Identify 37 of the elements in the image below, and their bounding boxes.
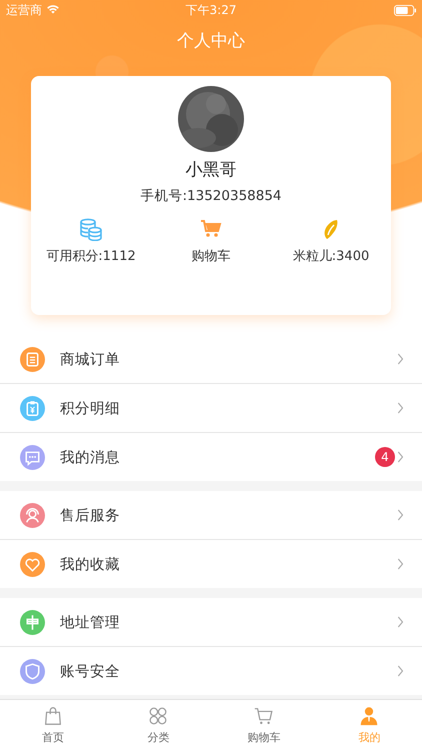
tab-item[interactable]: 分类 [106, 700, 211, 750]
coins-icon[interactable] [79, 217, 103, 241]
menu-row[interactable]: 地址管理 [0, 598, 422, 647]
stat-label[interactable]: 可用积分:1112 [46, 247, 136, 265]
menu-label: 地址管理 [60, 614, 121, 632]
battery-icon [394, 4, 416, 16]
menu-row[interactable]: 我的收藏 [0, 540, 422, 588]
status-time: 下午3:27 [186, 2, 236, 18]
tab-item[interactable]: 首页 [0, 700, 106, 750]
menu-label: 商城订单 [60, 350, 121, 368]
chevron-icon [395, 401, 405, 415]
stat-label[interactable]: 米粒儿:3400 [292, 247, 370, 265]
page-title: 个人中心 [176, 30, 246, 53]
menu-row[interactable]: 积分明细 [0, 384, 422, 433]
chevron-icon [395, 508, 405, 522]
menu-row[interactable]: 售后服务 [0, 491, 422, 540]
unread-badge: 4 [375, 447, 395, 467]
stat-label[interactable]: 购物车 [192, 247, 230, 265]
chevron-icon [395, 450, 405, 464]
four-circles-icon[interactable] [147, 705, 170, 727]
menu-label: 我的消息 [60, 448, 121, 466]
chevron-icon [395, 664, 405, 678]
menu-label: 积分明细 [60, 400, 121, 418]
menu-row[interactable]: 我的消息 4 [0, 433, 422, 481]
carrier-label: 运营商 [6, 2, 42, 18]
menu-row[interactable]: 商城订单 [0, 335, 422, 384]
user-name: 小黑哥 [186, 159, 236, 181]
menu-label: 售后服务 [60, 506, 121, 524]
chevron-icon [395, 615, 405, 629]
tab-item[interactable]: 购物车 [211, 700, 316, 750]
menu-label: 账号安全 [60, 662, 121, 680]
phone-number: 手机号:13520358854 [140, 187, 282, 205]
chevron-icon [395, 557, 405, 571]
menu-row[interactable]: 账号安全 [0, 647, 422, 695]
chevron-icon [395, 352, 405, 366]
cart-icon[interactable] [252, 705, 275, 727]
menu-label: 我的收藏 [60, 556, 121, 574]
